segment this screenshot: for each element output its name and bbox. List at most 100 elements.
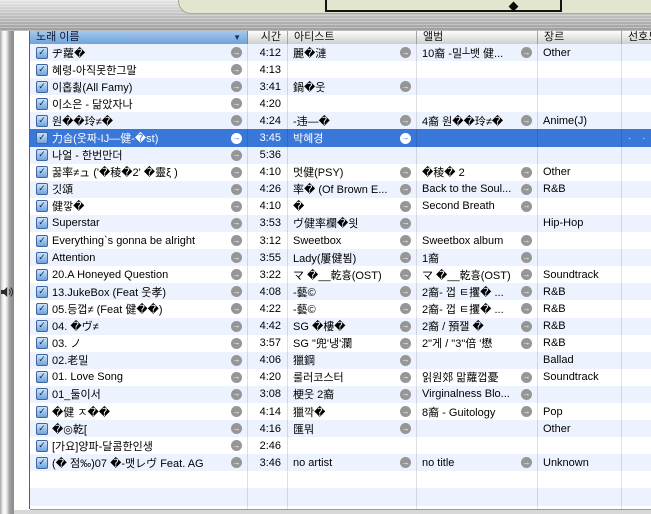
detail-arrow-icon[interactable]: → <box>400 423 411 434</box>
column-header-rating[interactable]: 선호도 <box>622 31 651 44</box>
song-rating-cell[interactable] <box>622 249 651 266</box>
song-artist-cell[interactable]: �→ <box>288 198 417 215</box>
song-rating-cell[interactable] <box>622 232 651 249</box>
song-row[interactable]: ✓Superstar→3:53ヴ健率欄�읫→Hip-Hop <box>30 215 651 232</box>
column-header-artist[interactable]: 아티스트 <box>288 31 417 44</box>
song-rating-cell[interactable] <box>622 164 651 181</box>
detail-arrow-icon[interactable]: → <box>400 355 411 366</box>
detail-arrow-icon[interactable]: → <box>521 269 532 280</box>
song-album-cell[interactable]: 4裔 원��玲≠�→ <box>417 112 538 129</box>
song-rating-cell[interactable] <box>622 44 651 61</box>
song-album-cell[interactable]: 2裔- 껍 ㅌ攫� ...→ <box>417 300 538 317</box>
song-artist-cell[interactable]: -藝©→ <box>288 300 417 317</box>
detail-arrow-icon[interactable]: → <box>400 133 411 144</box>
song-row[interactable]: ✓�◎乾[→4:16匯뭐→Other <box>30 420 651 437</box>
detail-arrow-icon[interactable]: → <box>400 286 411 297</box>
detail-arrow-icon[interactable]: → <box>400 235 411 246</box>
song-artist-cell[interactable]: 룰러코스터→ <box>288 369 417 386</box>
song-rating-cell[interactable] <box>622 147 651 164</box>
checkbox[interactable]: ✓ <box>36 132 48 144</box>
song-row[interactable]: ✓04. �ヴ≠→4:42SG �樓�→2裔 / 預잴 �→R&B <box>30 318 651 335</box>
song-name-cell[interactable]: ✓ヂ蘿�→ <box>30 44 248 61</box>
detail-arrow-icon[interactable]: → <box>231 235 242 246</box>
song-album-cell[interactable]: no title→ <box>417 454 538 471</box>
song-artist-cell[interactable]: 獵鋼→ <box>288 352 417 369</box>
song-name-cell[interactable]: ✓이홉쵫(All Famy)→ <box>30 78 248 95</box>
checkbox[interactable]: ✓ <box>36 423 48 435</box>
song-rating-cell[interactable] <box>622 437 651 454</box>
detail-arrow-icon[interactable]: → <box>231 457 242 468</box>
song-rating-cell[interactable] <box>622 454 651 471</box>
song-name-cell[interactable]: ✓健깧�→ <box>30 198 248 215</box>
song-rating-cell[interactable]: · · <box>622 129 651 146</box>
song-artist-cell[interactable]: Sweetbox→ <box>288 232 417 249</box>
song-row[interactable]: ✓20.A Honeyed Question→3:22マ �__乾흉(OST)→… <box>30 266 651 283</box>
column-header-name[interactable]: 노래 이름 ▼ <box>30 31 248 44</box>
column-header-genre[interactable]: 장르 <box>538 31 622 44</box>
song-album-cell[interactable]: Sweetbox album→ <box>417 232 538 249</box>
detail-arrow-icon[interactable]: → <box>521 389 532 400</box>
song-name-cell[interactable]: ✓꿇率≠ュ ('�稜�2' �靈ξ )→ <box>30 164 248 181</box>
detail-arrow-icon[interactable]: → <box>400 303 411 314</box>
song-row[interactable]: ✓나얼 - 한번만더→5:36 <box>30 147 651 164</box>
detail-arrow-icon[interactable]: → <box>400 372 411 383</box>
song-artist-cell[interactable]: 박혜경→ <box>288 129 417 146</box>
song-row[interactable]: ✓01_둘이서→3:08梗웃 2裔→Virginalness Blo...→ <box>30 386 651 403</box>
song-rating-cell[interactable] <box>622 95 651 112</box>
song-album-cell[interactable]: 2"게 / "3"倍 '懋→ <box>417 335 538 352</box>
checkbox[interactable]: ✓ <box>36 81 48 93</box>
song-rating-cell[interactable] <box>622 420 651 437</box>
song-rating-cell[interactable] <box>622 181 651 198</box>
song-rating-cell[interactable] <box>622 369 651 386</box>
checkbox[interactable]: ✓ <box>36 149 48 161</box>
song-row[interactable]: ✓13.JukeBox (Feat 웃孝)→4:08-藝©→2裔- 껍 ㅌ攫� … <box>30 283 651 300</box>
detail-arrow-icon[interactable]: → <box>521 372 532 383</box>
detail-arrow-icon[interactable]: → <box>400 218 411 229</box>
song-rating-cell[interactable] <box>622 78 651 95</box>
song-rating-cell[interactable] <box>622 352 651 369</box>
detail-arrow-icon[interactable]: → <box>521 201 532 212</box>
detail-arrow-icon[interactable]: → <box>231 64 242 75</box>
checkbox[interactable]: ✓ <box>36 47 48 59</box>
song-artist-cell[interactable]: 麗�漣→ <box>288 44 417 61</box>
song-artist-cell[interactable]: -藝©→ <box>288 283 417 300</box>
song-row[interactable]: ✓01. Love Song→4:20룰러코스터→읽원郊 맒蘿껍憂→Soundt… <box>30 369 651 386</box>
song-row[interactable]: ✓Everything`s gonna be alright→3:12Sweet… <box>30 232 651 249</box>
checkbox[interactable]: ✓ <box>36 440 48 452</box>
checkbox[interactable]: ✓ <box>36 115 48 127</box>
detail-arrow-icon[interactable]: → <box>231 423 242 434</box>
song-artist-cell[interactable]: 梗웃 2裔→ <box>288 386 417 403</box>
detail-arrow-icon[interactable]: → <box>400 269 411 280</box>
song-rating-cell[interactable] <box>622 283 651 300</box>
song-name-cell[interactable]: ✓Everything`s gonna be alright→ <box>30 232 248 249</box>
song-album-cell[interactable]: 8裔 - Guitology→ <box>417 403 538 420</box>
song-name-cell[interactable]: ✓원��玲≠�→ <box>30 112 248 129</box>
song-row[interactable]: ✓ヂ蘿�→4:12麗�漣→10裔 -밀┴뱃 健...→Other <box>30 44 651 61</box>
song-artist-cell[interactable]: 率� (Of Brown E...→ <box>288 181 417 198</box>
song-name-cell[interactable]: ✓�◎乾[→ <box>30 420 248 437</box>
song-name-cell[interactable]: ✓05.등껍≠ (Feat 健��)→ <box>30 300 248 317</box>
detail-arrow-icon[interactable]: → <box>400 457 411 468</box>
checkbox[interactable]: ✓ <box>36 98 48 110</box>
song-row[interactable]: ✓力숩(웃짜-IJ—健-�st)→3:45박혜경→· · <box>30 129 651 146</box>
song-name-cell[interactable]: ✓力숩(웃짜-IJ—健-�st)→ <box>30 129 248 146</box>
song-row[interactable]: ✓05.등껍≠ (Feat 健��)→4:22-藝©→2裔- 껍 ㅌ攫� ...… <box>30 300 651 317</box>
detail-arrow-icon[interactable]: → <box>231 269 242 280</box>
song-album-cell[interactable]: 2裔- 껍 ㅌ攫� ...→ <box>417 283 538 300</box>
detail-arrow-icon[interactable]: → <box>231 184 242 195</box>
checkbox[interactable]: ✓ <box>36 166 48 178</box>
song-row[interactable]: ✓[가요]양파-달콤한인생→2:46 <box>30 437 651 454</box>
song-rating-cell[interactable] <box>622 215 651 232</box>
song-name-cell[interactable]: ✓나얼 - 한번만더→ <box>30 147 248 164</box>
song-rating-cell[interactable] <box>622 112 651 129</box>
song-name-cell[interactable]: ✓01_둘이서→ <box>30 386 248 403</box>
song-name-cell[interactable]: ✓(� 점‰)07 �-맷レヴ Feat. AG→ <box>30 454 248 471</box>
song-name-cell[interactable]: ✓03. ノ→ <box>30 335 248 352</box>
song-rating-cell[interactable] <box>622 318 651 335</box>
column-header-album[interactable]: 앨범 <box>417 31 538 44</box>
detail-arrow-icon[interactable]: → <box>400 115 411 126</box>
checkbox[interactable]: ✓ <box>36 406 48 418</box>
detail-arrow-icon[interactable]: → <box>521 47 532 58</box>
detail-arrow-icon[interactable]: → <box>400 167 411 178</box>
checkbox[interactable]: ✓ <box>36 183 48 195</box>
